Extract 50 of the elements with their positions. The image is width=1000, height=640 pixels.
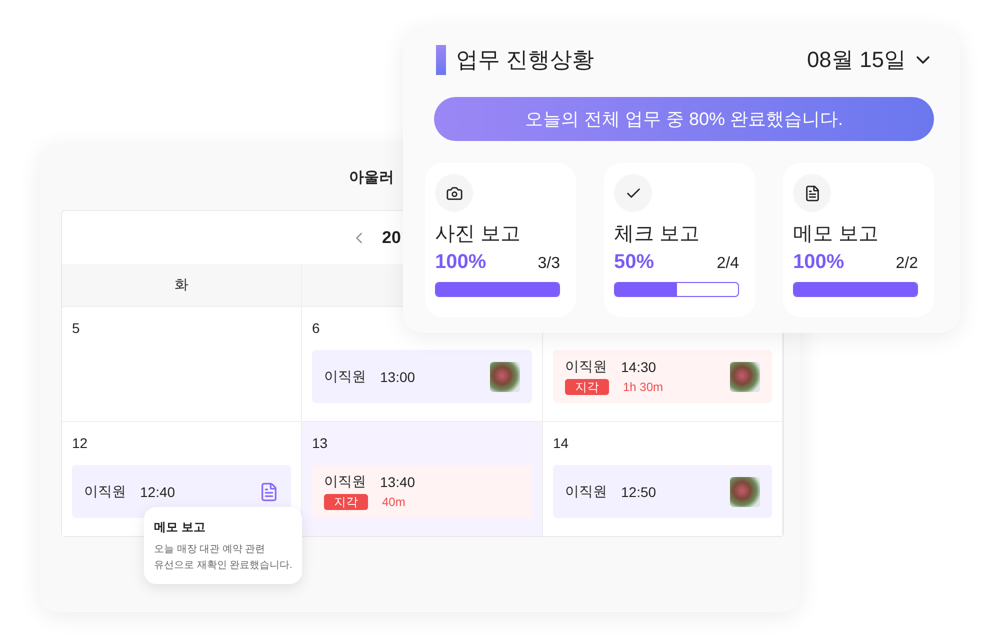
late-duration: 1h 30m [623, 380, 664, 394]
report-percent: 100% [793, 251, 844, 274]
day-number: 5 [72, 320, 80, 336]
summary-banner: 오늘의 전체 업무 중 80% 완료했습니다. [434, 97, 934, 141]
progress-title: 업무 진행상황 [456, 46, 596, 74]
photo-placeholder[interactable] [730, 476, 760, 506]
check-in-time: 13:00 [380, 368, 416, 384]
check-in-time: 12:40 [140, 484, 176, 500]
late-badge: 지각 [565, 379, 609, 395]
tooltip-title: 메모 보고 [154, 519, 206, 536]
employee-name: 이직원 [565, 482, 607, 500]
day-cell[interactable]: 13 이직원 13:40 지각 40m [302, 421, 543, 536]
check-in-time: 12:50 [621, 484, 656, 500]
late-badge: 지각 [324, 494, 368, 510]
title-accent-bar [436, 45, 446, 75]
report-title: 체크 보고 [614, 222, 701, 247]
photo-placeholder[interactable] [490, 362, 520, 392]
day-number: 12 [72, 435, 88, 451]
tooltip-text: 오늘 매장 대관 예약 관련 유선으로 재확인 완료했습니다. [154, 543, 292, 573]
day-number: 6 [312, 320, 320, 336]
check-in-time: 14:30 [621, 359, 656, 375]
schedule-entry[interactable]: 이직원 13:40 지각 40m [312, 465, 532, 518]
report-count: 2/4 [716, 255, 739, 273]
date-dropdown[interactable]: 08월 15일 [806, 45, 934, 75]
employee-name: 이직원 [324, 368, 366, 386]
report-percent: 50% [614, 251, 654, 274]
check-in-time: 13:40 [380, 474, 416, 490]
report-count: 2/2 [896, 255, 918, 273]
schedule-entry[interactable]: 이직원 12:50 [553, 465, 772, 518]
weekday-label: 화 [174, 276, 188, 294]
report-percent: 100% [435, 251, 486, 274]
month-label: 20 [382, 228, 401, 248]
late-duration: 40m [382, 495, 406, 509]
employee-name: 이직원 [324, 473, 366, 491]
employee-name: 이직원 [565, 358, 607, 376]
day-number: 13 [312, 435, 328, 451]
document-icon [804, 184, 820, 202]
day-number: 14 [553, 435, 569, 451]
report-count: 3/3 [538, 255, 560, 273]
schedule-entry[interactable]: 이직원 13:00 [312, 350, 532, 403]
photo-placeholder[interactable] [730, 362, 760, 392]
report-title: 메모 보고 [793, 222, 880, 247]
employee-name: 이직원 [84, 482, 126, 500]
document-icon[interactable] [259, 482, 279, 502]
calendar-title: 아울러 [349, 168, 394, 187]
report-title: 사진 보고 [435, 222, 522, 247]
day-cell[interactable]: 14 이직원 12:50 [543, 421, 783, 536]
camera-icon [446, 184, 462, 202]
schedule-entry[interactable]: 이직원 14:30 지각 1h 30m [553, 350, 772, 403]
day-cell[interactable]: 5 [62, 306, 302, 421]
